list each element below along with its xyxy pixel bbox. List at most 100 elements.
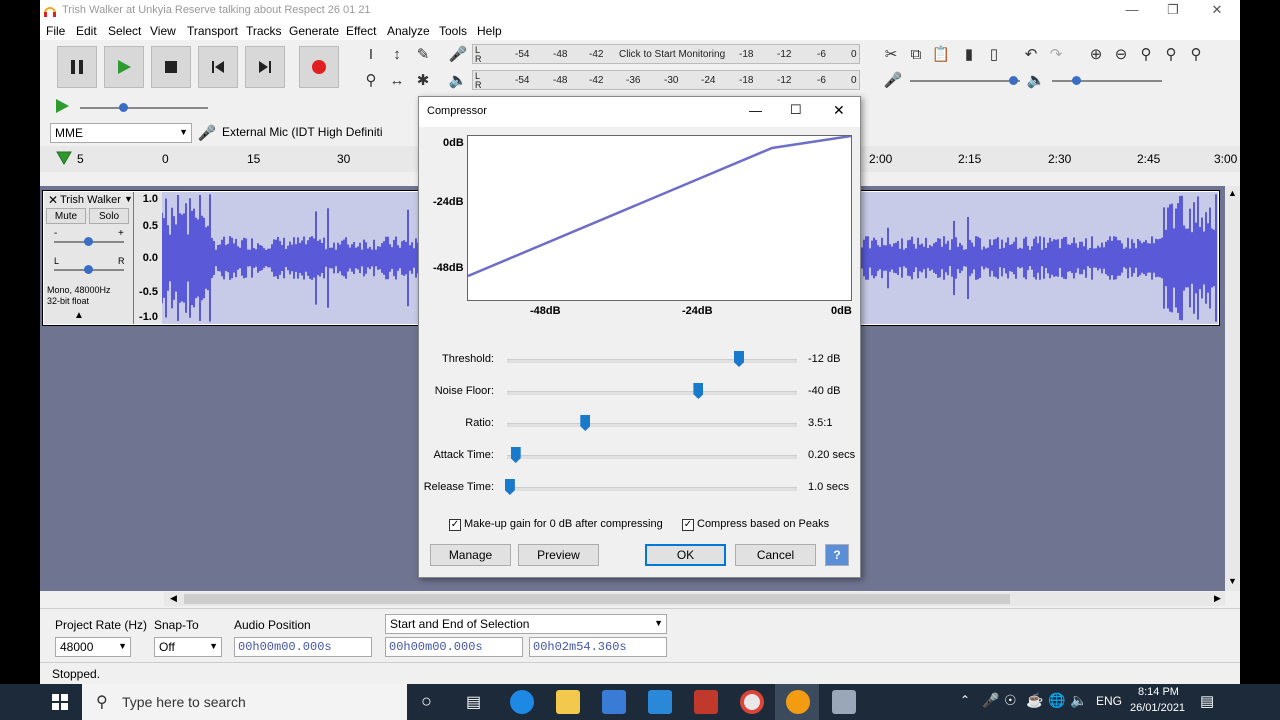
- chrome-icon[interactable]: [740, 690, 764, 714]
- attack-time-slider-thumb[interactable]: [510, 447, 521, 463]
- windows-start-icon[interactable]: [52, 694, 68, 710]
- track-close-icon[interactable]: ✕: [48, 193, 58, 207]
- paste-icon[interactable]: 📋: [930, 43, 952, 65]
- collapse-track-icon[interactable]: ▲: [74, 310, 84, 321]
- gain-thumb[interactable]: [84, 237, 93, 246]
- zoom-toggle-icon[interactable]: ⚲: [1185, 43, 1207, 65]
- record-meter[interactable]: L R -54 -48 -42 Click to Start Monitorin…: [472, 44, 860, 64]
- horizontal-scrollbar[interactable]: ◀ ▶: [164, 592, 1225, 606]
- menu-generate[interactable]: Generate: [289, 24, 339, 38]
- zoom-in-icon[interactable]: ⊕: [1085, 43, 1107, 65]
- search-box[interactable]: ⚲ Type here to search: [82, 684, 407, 720]
- menu-tools[interactable]: Tools: [439, 24, 467, 38]
- release-time-slider[interactable]: [507, 487, 797, 491]
- threshold-slider[interactable]: [507, 359, 797, 363]
- trim-icon[interactable]: ▮: [958, 43, 980, 65]
- network-icon[interactable]: ☉: [1004, 692, 1017, 709]
- menu-view[interactable]: View: [150, 24, 176, 38]
- threshold-slider-thumb[interactable]: [734, 351, 744, 367]
- audacity-icon[interactable]: [786, 690, 810, 714]
- zoom-out-icon[interactable]: ⊖: [1110, 43, 1132, 65]
- playback-volume-slider[interactable]: [1052, 80, 1162, 82]
- fit-selection-icon[interactable]: ⚲: [1135, 43, 1157, 65]
- edge-icon[interactable]: [510, 690, 534, 714]
- start-monitoring-label[interactable]: Click to Start Monitoring: [619, 49, 725, 60]
- audio-app-icon[interactable]: [694, 690, 718, 714]
- mute-button[interactable]: Mute: [46, 208, 86, 224]
- track-menu-chevron-icon[interactable]: ▼: [124, 194, 133, 204]
- scroll-left-icon[interactable]: ◀: [170, 593, 177, 604]
- skip-start-button[interactable]: [198, 46, 238, 88]
- track-control-panel[interactable]: ✕ Trish Walker ▼ Mute Solo - + L R Mono,…: [44, 192, 134, 324]
- restore-icon[interactable]: ❐: [1158, 2, 1188, 18]
- clock-time[interactable]: 8:14 PM: [1138, 686, 1179, 698]
- ok-button[interactable]: OK: [645, 544, 726, 566]
- snap-to-select[interactable]: Off ▼: [154, 637, 222, 657]
- play-button[interactable]: [104, 46, 144, 88]
- scroll-up-icon[interactable]: ▲: [1228, 188, 1237, 198]
- draw-tool-icon[interactable]: ✎: [412, 43, 434, 65]
- project-rate-select[interactable]: 48000 ▼: [55, 637, 131, 657]
- menu-effect[interactable]: Effect: [346, 24, 376, 38]
- noise-floor-slider-thumb[interactable]: [693, 383, 704, 399]
- compress-peaks-checkbox[interactable]: ✓: [682, 519, 694, 531]
- silence-icon[interactable]: ▯: [983, 43, 1005, 65]
- cortana-icon[interactable]: ○: [421, 691, 432, 712]
- globe-icon[interactable]: 🌐: [1048, 692, 1065, 709]
- makeup-gain-checkbox[interactable]: ✓: [449, 519, 461, 531]
- menu-transport[interactable]: Transport: [187, 24, 238, 38]
- store-icon[interactable]: [602, 690, 626, 714]
- recording-device-select[interactable]: External Mic (IDT High Definiti: [218, 123, 428, 143]
- record-volume-slider[interactable]: [910, 80, 1020, 82]
- show-hidden-icons-icon[interactable]: ⌃: [960, 693, 970, 707]
- menu-file[interactable]: File: [46, 24, 65, 38]
- scroll-down-icon[interactable]: ▼: [1228, 576, 1237, 586]
- clock-date[interactable]: 26/01/2021: [1130, 702, 1185, 714]
- stop-button[interactable]: [151, 46, 191, 88]
- playback-volume-thumb[interactable]: [1072, 76, 1081, 85]
- fit-project-icon[interactable]: ⚲: [1160, 43, 1182, 65]
- dialog-minimize-icon[interactable]: —: [749, 103, 762, 118]
- dialog-maximize-icon[interactable]: ☐: [790, 102, 802, 118]
- language-indicator[interactable]: ENG: [1096, 694, 1122, 708]
- copy-icon[interactable]: ⧉: [905, 43, 927, 65]
- speaker-meter-icon[interactable]: 🔈: [447, 69, 469, 91]
- play-speed-slider[interactable]: [80, 107, 208, 109]
- attack-time-slider[interactable]: [507, 455, 797, 459]
- task-view-icon[interactable]: ▤: [466, 692, 481, 712]
- play-speed-thumb[interactable]: [119, 103, 128, 112]
- dialog-close-icon[interactable]: ✕: [833, 102, 845, 119]
- audio-host-select[interactable]: MME ▼: [50, 123, 192, 143]
- skip-end-button[interactable]: [245, 46, 285, 88]
- zoom-tool-icon[interactable]: ⚲: [360, 69, 382, 91]
- selection-start-field[interactable]: 00h00m00.000s: [385, 637, 523, 657]
- cancel-button[interactable]: Cancel: [735, 544, 816, 566]
- help-icon[interactable]: ?: [825, 544, 849, 566]
- multi-tool-icon[interactable]: ✱: [412, 69, 434, 91]
- menu-tracks[interactable]: Tracks: [246, 24, 282, 38]
- solo-button[interactable]: Solo: [89, 208, 129, 224]
- timeline-play-icon[interactable]: [56, 151, 72, 165]
- undo-icon[interactable]: ↶: [1020, 43, 1042, 65]
- vertical-scale[interactable]: 1.0 0.5 0.0 -0.5 -1.0: [134, 192, 162, 324]
- minimize-icon[interactable]: —: [1117, 2, 1147, 17]
- cut-icon[interactable]: ✂: [880, 43, 902, 65]
- selection-tool-icon[interactable]: I: [360, 43, 382, 65]
- preview-button[interactable]: Preview: [518, 544, 599, 566]
- release-time-slider-thumb[interactable]: [504, 479, 515, 495]
- ratio-slider[interactable]: [507, 423, 797, 427]
- scroll-thumb[interactable]: [184, 594, 1010, 604]
- redo-icon[interactable]: ↷: [1045, 43, 1067, 65]
- manage-button[interactable]: Manage: [430, 544, 511, 566]
- menu-edit[interactable]: Edit: [76, 24, 97, 38]
- play-at-speed-button[interactable]: [54, 98, 70, 117]
- volume-tray-icon[interactable]: 🔈: [1070, 692, 1087, 709]
- record-button[interactable]: [299, 46, 339, 88]
- menu-help[interactable]: Help: [477, 24, 502, 38]
- audio-position-field[interactable]: 00h00m00.000s: [234, 637, 372, 657]
- menu-select[interactable]: Select: [108, 24, 141, 38]
- file-explorer-icon[interactable]: [556, 690, 580, 714]
- vertical-scrollbar[interactable]: ▲ ▼: [1225, 186, 1240, 591]
- record-volume-thumb[interactable]: [1009, 76, 1018, 85]
- pause-button[interactable]: [57, 46, 97, 88]
